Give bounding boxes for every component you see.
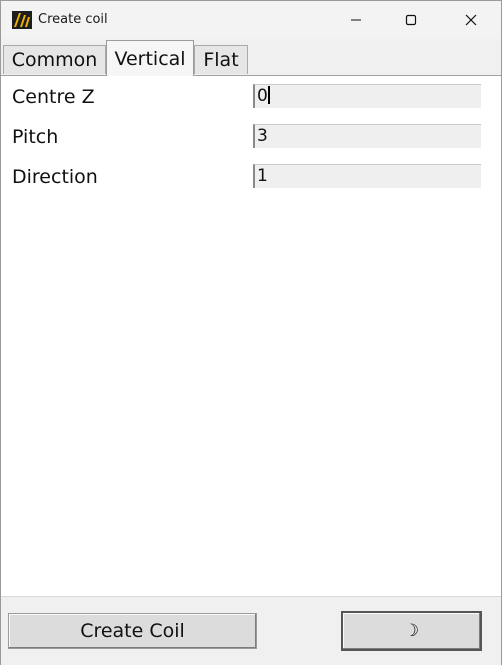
text-caret <box>267 86 270 104</box>
create-coil-window: Create coil Common Vertical Flat Centre … <box>0 0 502 665</box>
tab-flat-label: Flat <box>203 49 239 71</box>
minimize-icon <box>351 19 361 21</box>
direction-value: 1 <box>257 166 268 186</box>
theme-toggle-button[interactable]: ☽ <box>341 611 482 651</box>
minimize-button[interactable] <box>333 1 379 39</box>
close-icon <box>465 14 477 26</box>
direction-label: Direction <box>12 166 98 188</box>
tab-vertical[interactable]: Vertical <box>106 40 194 76</box>
pitch-label: Pitch <box>12 126 59 148</box>
title-bar: Create coil <box>1 1 501 39</box>
centre-z-label: Centre Z <box>12 86 95 108</box>
pitch-value: 3 <box>257 126 268 146</box>
tab-bar: Common Vertical Flat <box>1 39 501 76</box>
maximize-icon <box>405 14 417 26</box>
moon-icon: ☽ <box>403 621 420 641</box>
tab-common[interactable]: Common <box>3 45 106 74</box>
direction-input[interactable]: 1 <box>253 164 481 188</box>
app-logo-icon <box>12 11 32 29</box>
tab-flat[interactable]: Flat <box>194 45 248 74</box>
centre-z-input[interactable]: 0 <box>253 84 481 108</box>
create-coil-button[interactable]: Create Coil <box>8 613 257 649</box>
window-title: Create coil <box>38 12 108 27</box>
close-button[interactable] <box>448 1 494 39</box>
maximize-button[interactable] <box>388 1 434 39</box>
centre-z-value: 0 <box>257 86 268 106</box>
tab-vertical-label: Vertical <box>114 47 186 70</box>
pitch-input[interactable]: 3 <box>253 124 481 148</box>
create-coil-button-label: Create Coil <box>80 620 185 642</box>
tab-common-label: Common <box>11 49 98 71</box>
button-bar: Create Coil ☽ <box>1 596 501 665</box>
vertical-tab-panel: Centre Z 0 Pitch 3 Direction 1 <box>1 76 501 596</box>
